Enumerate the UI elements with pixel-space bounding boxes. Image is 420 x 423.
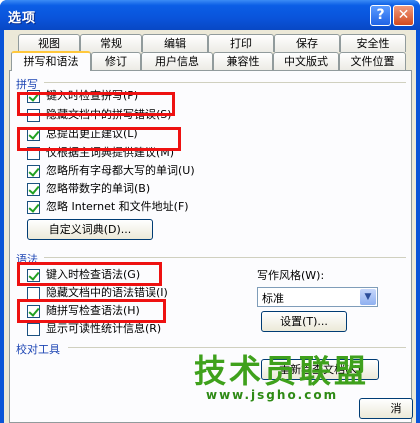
ignore-words-with-numbers[interactable]: 忽略带数字的单词(B) [27, 182, 150, 198]
highlight-box [17, 262, 162, 286]
checkbox-unchecked[interactable] [27, 286, 40, 300]
tab-user-info[interactable]: 用户信息 [141, 52, 213, 70]
close-icon: ✕ [397, 7, 410, 23]
tab-asian-typography[interactable]: 中文版式 [273, 52, 339, 70]
tab-general[interactable]: 常规 [80, 34, 142, 52]
highlight-box [17, 299, 166, 323]
watermark-text: 技术员联盟 [194, 352, 370, 390]
show-readability-statistics[interactable]: 显示可读性统计信息(R) [27, 322, 161, 338]
watermark-url: www.jsgho.com [206, 388, 339, 402]
tab-file-locations[interactable]: 文件位置 [339, 52, 406, 70]
grammar-group-divider [44, 257, 406, 258]
spelling-group-divider [44, 82, 406, 83]
title-bar[interactable]: 选项 ? ✕ [0, 0, 420, 30]
tab-save[interactable]: 保存 [274, 34, 340, 52]
writing-style-value: 标准 [262, 292, 284, 305]
checkbox-unchecked[interactable] [27, 322, 40, 336]
watermark: 技术员联盟 www.jsgho.com [194, 354, 369, 402]
tab-view[interactable]: 视图 [18, 34, 80, 52]
proofing-tools-group-label: 校对工具 [16, 343, 60, 356]
custom-dictionaries-button[interactable]: 自定义词典(D)... [27, 219, 153, 240]
proofing-group-divider [68, 347, 406, 348]
writing-style-label: 写作风格(W): [257, 269, 325, 282]
tab-compatibility[interactable]: 兼容性 [213, 52, 273, 70]
help-button[interactable]: ? [370, 5, 391, 26]
cancel-label: 消 [390, 402, 402, 415]
ignore-internet-file-addresses[interactable]: 忽略 Internet 和文件地址(F) [27, 200, 189, 216]
grammar-settings-button[interactable]: 设置(T)... [261, 311, 347, 332]
checkbox-checked[interactable] [27, 164, 40, 178]
tab-track-changes[interactable]: 修订 [91, 52, 141, 70]
ignore-uppercase-words[interactable]: 忽略所有字母都大写的单词(U) [27, 164, 195, 180]
close-button[interactable]: ✕ [393, 5, 414, 26]
tab-security[interactable]: 安全性 [340, 34, 406, 52]
chevron-down-icon[interactable]: ▼ [360, 289, 376, 305]
checkbox-checked[interactable] [27, 200, 40, 214]
tab-edit[interactable]: 编辑 [142, 34, 208, 52]
checkbox-checked[interactable] [27, 182, 40, 196]
highlight-box [17, 127, 181, 151]
tab-print[interactable]: 打印 [208, 34, 274, 52]
writing-style-select[interactable]: 标准 ▼ [257, 287, 378, 307]
window-title: 选项 [8, 11, 37, 26]
highlight-box [17, 92, 175, 116]
tab-spelling-grammar[interactable]: 拼写和语法 [11, 51, 91, 71]
